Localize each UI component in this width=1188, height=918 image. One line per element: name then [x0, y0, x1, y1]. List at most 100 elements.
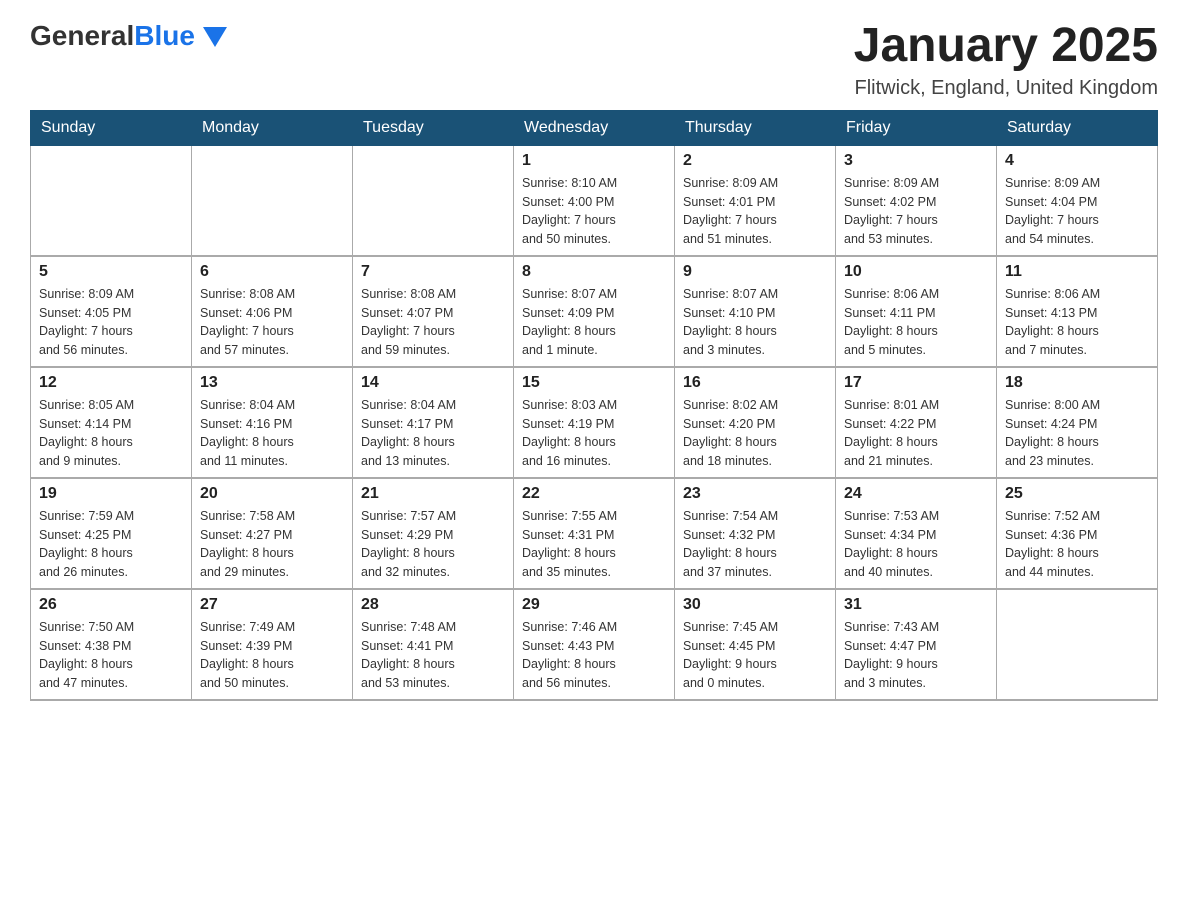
day-info: Sunrise: 7:55 AM Sunset: 4:31 PM Dayligh…	[522, 507, 666, 582]
day-info: Sunrise: 7:54 AM Sunset: 4:32 PM Dayligh…	[683, 507, 827, 582]
day-number: 21	[361, 485, 505, 503]
calendar-day-cell: 1 Sunrise: 8:10 AM Sunset: 4:00 PM Daylig…	[514, 145, 675, 256]
day-info: Sunrise: 7:43 AM Sunset: 4:47 PM Dayligh…	[844, 618, 988, 693]
day-number: 23	[683, 485, 827, 503]
day-number: 29	[522, 596, 666, 614]
day-number: 10	[844, 263, 988, 281]
day-number: 30	[683, 596, 827, 614]
day-number: 1	[522, 152, 666, 170]
day-number: 17	[844, 374, 988, 392]
day-number: 11	[1005, 263, 1149, 281]
day-number: 31	[844, 596, 988, 614]
calendar-day-cell	[997, 589, 1158, 700]
calendar-body: 1 Sunrise: 8:10 AM Sunset: 4:00 PM Daylig…	[31, 145, 1158, 700]
calendar-day-cell: 10 Sunrise: 8:06 AM Sunset: 4:11 PM Dayli…	[836, 256, 997, 367]
day-info: Sunrise: 8:06 AM Sunset: 4:11 PM Dayligh…	[844, 285, 988, 360]
day-number: 26	[39, 596, 183, 614]
day-info: Sunrise: 8:09 AM Sunset: 4:04 PM Dayligh…	[1005, 174, 1149, 249]
day-info: Sunrise: 7:46 AM Sunset: 4:43 PM Dayligh…	[522, 618, 666, 693]
calendar-day-cell: 6 Sunrise: 8:08 AM Sunset: 4:06 PM Daylig…	[192, 256, 353, 367]
day-info: Sunrise: 8:06 AM Sunset: 4:13 PM Dayligh…	[1005, 285, 1149, 360]
calendar-day-cell: 25Sunrise: 7:52 AM Sunset: 4:36 PM Dayli…	[997, 478, 1158, 589]
day-info: Sunrise: 7:53 AM Sunset: 4:34 PM Dayligh…	[844, 507, 988, 582]
calendar-day-cell: 8Sunrise: 8:07 AM Sunset: 4:09 PM Daylig…	[514, 256, 675, 367]
calendar-day-cell: 20 Sunrise: 7:58 AM Sunset: 4:27 PM Dayli…	[192, 478, 353, 589]
calendar-day-cell: 28Sunrise: 7:48 AM Sunset: 4:41 PM Dayli…	[353, 589, 514, 700]
calendar-day-cell: 9 Sunrise: 8:07 AM Sunset: 4:10 PM Daylig…	[675, 256, 836, 367]
calendar-day-cell: 27Sunrise: 7:49 AM Sunset: 4:39 PM Dayli…	[192, 589, 353, 700]
day-info: Sunrise: 7:58 AM Sunset: 4:27 PM Dayligh…	[200, 507, 344, 582]
day-info: Sunrise: 8:09 AM Sunset: 4:01 PM Dayligh…	[683, 174, 827, 249]
calendar-day-cell: 3 Sunrise: 8:09 AM Sunset: 4:02 PM Daylig…	[836, 145, 997, 256]
calendar-day-cell: 12Sunrise: 8:05 AM Sunset: 4:14 PM Dayli…	[31, 367, 192, 478]
calendar-week-row: 5Sunrise: 8:09 AM Sunset: 4:05 PM Daylig…	[31, 256, 1158, 367]
day-number: 14	[361, 374, 505, 392]
day-info: Sunrise: 8:04 AM Sunset: 4:17 PM Dayligh…	[361, 396, 505, 471]
calendar-day-cell: 29 Sunrise: 7:46 AM Sunset: 4:43 PM Dayli…	[514, 589, 675, 700]
calendar-day-cell: 2Sunrise: 8:09 AM Sunset: 4:01 PM Daylig…	[675, 145, 836, 256]
calendar-week-row: 26 Sunrise: 7:50 AM Sunset: 4:38 PM Dayli…	[31, 589, 1158, 700]
calendar-day-cell	[31, 145, 192, 256]
calendar-day-cell: 5Sunrise: 8:09 AM Sunset: 4:05 PM Daylig…	[31, 256, 192, 367]
day-info: Sunrise: 8:08 AM Sunset: 4:07 PM Dayligh…	[361, 285, 505, 360]
logo-wordmark: GeneralBlue	[30, 20, 227, 52]
calendar-day-cell: 21 Sunrise: 7:57 AM Sunset: 4:29 PM Dayli…	[353, 478, 514, 589]
calendar-week-row: 19Sunrise: 7:59 AM Sunset: 4:25 PM Dayli…	[31, 478, 1158, 589]
day-info: Sunrise: 7:50 AM Sunset: 4:38 PM Dayligh…	[39, 618, 183, 693]
logo-general-text: General	[30, 20, 134, 51]
calendar-day-cell: 13Sunrise: 8:04 AM Sunset: 4:16 PM Dayli…	[192, 367, 353, 478]
day-info: Sunrise: 8:07 AM Sunset: 4:10 PM Dayligh…	[683, 285, 827, 360]
day-number: 20	[200, 485, 344, 503]
calendar-week-row: 1 Sunrise: 8:10 AM Sunset: 4:00 PM Daylig…	[31, 145, 1158, 256]
col-tuesday: Tuesday	[353, 110, 514, 145]
calendar-day-cell	[353, 145, 514, 256]
calendar-day-cell: 23 Sunrise: 7:54 AM Sunset: 4:32 PM Dayli…	[675, 478, 836, 589]
day-number: 6	[200, 263, 344, 281]
day-number: 8	[522, 263, 666, 281]
col-sunday: Sunday	[31, 110, 192, 145]
day-info: Sunrise: 8:09 AM Sunset: 4:05 PM Dayligh…	[39, 285, 183, 360]
day-info: Sunrise: 7:49 AM Sunset: 4:39 PM Dayligh…	[200, 618, 344, 693]
calendar-day-cell: 26 Sunrise: 7:50 AM Sunset: 4:38 PM Dayli…	[31, 589, 192, 700]
day-number: 22	[522, 485, 666, 503]
day-number: 18	[1005, 374, 1149, 392]
day-info: Sunrise: 8:00 AM Sunset: 4:24 PM Dayligh…	[1005, 396, 1149, 471]
day-number: 9	[683, 263, 827, 281]
day-info: Sunrise: 7:48 AM Sunset: 4:41 PM Dayligh…	[361, 618, 505, 693]
day-info: Sunrise: 7:52 AM Sunset: 4:36 PM Dayligh…	[1005, 507, 1149, 582]
day-info: Sunrise: 8:01 AM Sunset: 4:22 PM Dayligh…	[844, 396, 988, 471]
col-monday: Monday	[192, 110, 353, 145]
col-wednesday: Wednesday	[514, 110, 675, 145]
logo: GeneralBlue	[30, 20, 227, 52]
day-info: Sunrise: 8:09 AM Sunset: 4:02 PM Dayligh…	[844, 174, 988, 249]
day-number: 19	[39, 485, 183, 503]
day-number: 15	[522, 374, 666, 392]
calendar-subtitle: Flitwick, England, United Kingdom	[854, 77, 1158, 100]
calendar-table: Sunday Monday Tuesday Wednesday Thursday…	[30, 110, 1158, 701]
day-info: Sunrise: 8:04 AM Sunset: 4:16 PM Dayligh…	[200, 396, 344, 471]
day-number: 3	[844, 152, 988, 170]
col-friday: Friday	[836, 110, 997, 145]
calendar-title: January 2025	[854, 20, 1158, 73]
day-info: Sunrise: 8:10 AM Sunset: 4:00 PM Dayligh…	[522, 174, 666, 249]
day-number: 4	[1005, 152, 1149, 170]
col-saturday: Saturday	[997, 110, 1158, 145]
calendar-header-row: Sunday Monday Tuesday Wednesday Thursday…	[31, 110, 1158, 145]
logo-blue-text: Blue	[134, 20, 195, 51]
calendar-day-cell: 11 Sunrise: 8:06 AM Sunset: 4:13 PM Dayli…	[997, 256, 1158, 367]
title-block: January 2025 Flitwick, England, United K…	[854, 20, 1158, 100]
logo-triangle-icon	[203, 27, 227, 47]
day-number: 16	[683, 374, 827, 392]
day-info: Sunrise: 7:57 AM Sunset: 4:29 PM Dayligh…	[361, 507, 505, 582]
day-number: 24	[844, 485, 988, 503]
calendar-day-cell: 19Sunrise: 7:59 AM Sunset: 4:25 PM Dayli…	[31, 478, 192, 589]
calendar-day-cell: 17 Sunrise: 8:01 AM Sunset: 4:22 PM Dayli…	[836, 367, 997, 478]
calendar-day-cell: 15Sunrise: 8:03 AM Sunset: 4:19 PM Dayli…	[514, 367, 675, 478]
col-thursday: Thursday	[675, 110, 836, 145]
day-info: Sunrise: 8:08 AM Sunset: 4:06 PM Dayligh…	[200, 285, 344, 360]
calendar-day-cell: 22 Sunrise: 7:55 AM Sunset: 4:31 PM Dayli…	[514, 478, 675, 589]
day-number: 12	[39, 374, 183, 392]
calendar-day-cell: 30Sunrise: 7:45 AM Sunset: 4:45 PM Dayli…	[675, 589, 836, 700]
calendar-day-cell	[192, 145, 353, 256]
calendar-day-cell: 31 Sunrise: 7:43 AM Sunset: 4:47 PM Dayli…	[836, 589, 997, 700]
